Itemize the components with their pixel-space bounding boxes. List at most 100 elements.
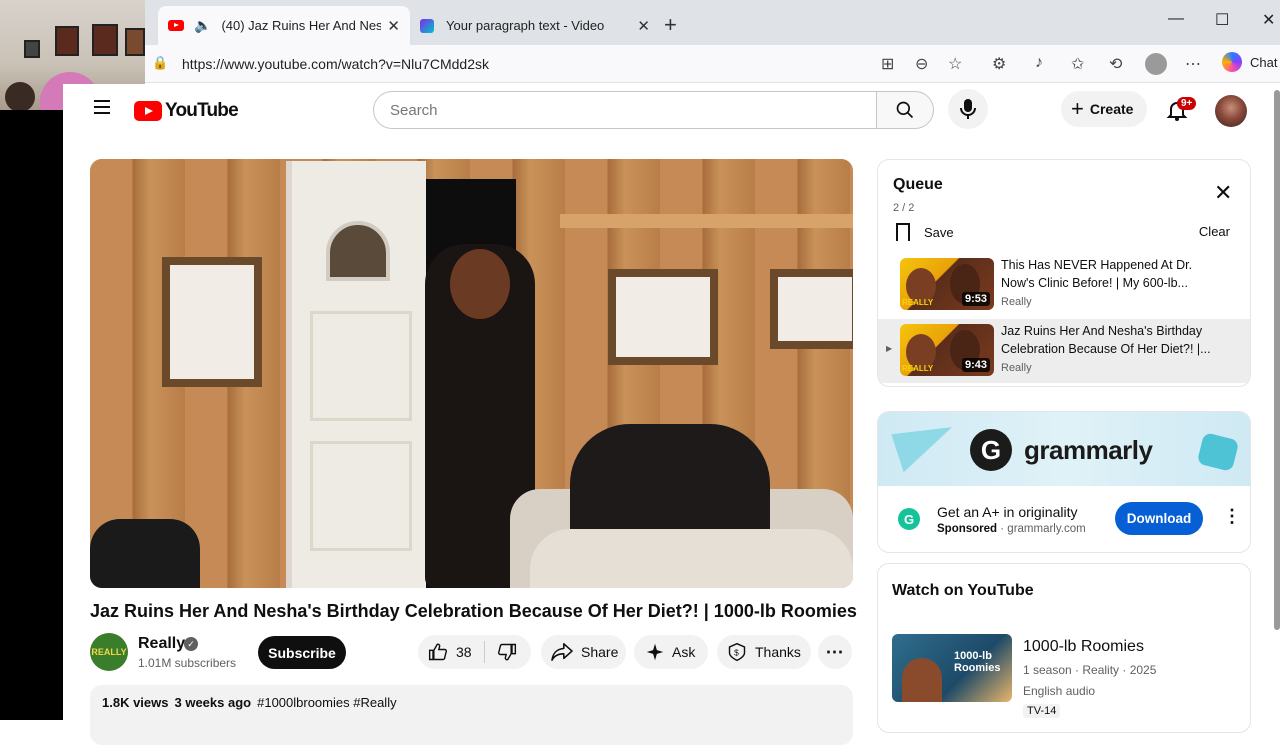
minimize-icon[interactable]: — <box>1168 10 1184 28</box>
save-label: Save <box>924 224 954 240</box>
chat-label: Chat <box>1250 54 1278 70</box>
queue-item-title: This Has NEVER Happened At Dr. Now's Cli… <box>1001 258 1193 290</box>
ad-meta: Sponsored · grammarly.com <box>937 523 1086 535</box>
search-button[interactable] <box>876 91 934 129</box>
show-title[interactable]: 1000-lb Roomies <box>1023 638 1144 656</box>
ad-headline: Get an A+ in originality <box>937 504 1078 520</box>
paper-plane-graphic <box>891 415 961 473</box>
share-arrow-icon <box>551 643 573 661</box>
history-icon[interactable]: ⟲ <box>1109 54 1122 74</box>
queue-panel: Queue 2 / 2 ✕ Save Clear REALLY 9:53 Thi… <box>877 159 1251 387</box>
save-queue-button[interactable]: Save <box>896 223 954 241</box>
tab-video-editor[interactable]: Your paragraph text - Video ✕ <box>410 6 660 45</box>
now-playing-icon: ▶ <box>886 344 893 353</box>
close-tab-icon[interactable]: ✕ <box>387 17 400 35</box>
tab-title: Your paragraph text - Video <box>446 18 605 33</box>
share-button[interactable]: Share <box>541 635 626 669</box>
verified-check-icon: ✓ <box>184 637 198 651</box>
zoom-icon[interactable]: ⊖ <box>915 54 928 74</box>
youtube-logo[interactable]: YouTube <box>134 100 239 122</box>
microphone-icon <box>960 99 976 119</box>
thanks-button[interactable]: $ Thanks <box>717 635 811 669</box>
close-tab-icon[interactable]: ✕ <box>637 17 650 35</box>
sparkle-icon <box>646 643 664 661</box>
close-queue-icon[interactable]: ✕ <box>1214 182 1232 204</box>
ad-banner[interactable]: G grammarly <box>878 412 1250 486</box>
webcam-person <box>5 82 35 110</box>
queue-item-channel: Really <box>1001 362 1032 374</box>
dislike-thumb-icon[interactable] <box>497 642 517 662</box>
ad-domain: grammarly.com <box>1007 523 1086 535</box>
address-bar: 🔒 https://www.youtube.com/watch?v=Nlu7CM… <box>0 45 1280 83</box>
queue-thumbnail: REALLY 9:53 <box>900 258 994 310</box>
read-aloud-icon[interactable]: ♪ <box>1035 54 1043 72</box>
queue-position: 2 / 2 <box>893 202 915 214</box>
favorites-icon[interactable]: ✩ <box>1071 54 1084 74</box>
page-scrollbar[interactable] <box>1274 90 1280 630</box>
search-input[interactable] <box>373 91 876 129</box>
tab-youtube[interactable]: 🔈 (40) Jaz Ruins Her And Nesha ✕ <box>158 6 410 45</box>
more-options-icon[interactable]: ⋯ <box>1185 54 1201 74</box>
browser-tab-bar: 🔈 (40) Jaz Ruins Her And Nesha ✕ Your pa… <box>0 0 1280 45</box>
watch-on-title: Watch on YouTube <box>892 582 1034 599</box>
queue-title: Queue <box>893 176 943 193</box>
hashtags[interactable]: #1000lbroomies #Really <box>257 695 396 710</box>
profile-avatar-icon[interactable] <box>1145 53 1167 75</box>
subscriber-count: 1.01M subscribers <box>138 656 237 670</box>
plus-icon: + <box>1071 96 1084 121</box>
ad-download-button[interactable]: Download <box>1115 502 1203 535</box>
close-window-icon[interactable]: ✕ <box>1262 10 1275 30</box>
extensions-icon[interactable]: ⚙ <box>992 54 1006 74</box>
show-meta: 1 season · Reality · 2025 <box>1023 663 1157 677</box>
like-count[interactable]: 38 <box>456 644 472 660</box>
svg-text:$: $ <box>734 647 739 657</box>
description-box[interactable]: 1.8K views 3 weeks ago #1000lbroomies #Rea… <box>90 685 853 745</box>
duration-badge: 9:53 <box>961 292 990 306</box>
sponsored-ad[interactable]: G grammarly G Get an A+ in originality S… <box>877 411 1251 553</box>
video-player[interactable] <box>90 159 853 588</box>
ask-label: Ask <box>672 644 696 660</box>
new-tab-icon[interactable]: + <box>664 12 677 38</box>
queue-thumbnail: REALLY 9:43 <box>900 324 994 376</box>
create-button[interactable]: + Create <box>1061 91 1148 127</box>
show-thumbnail[interactable]: 1000-lb Roomies <box>892 634 1012 702</box>
show-audio: English audio <box>1023 684 1096 698</box>
clear-queue-button[interactable]: Clear <box>1199 224 1230 239</box>
channel-avatar[interactable]: REALLY <box>90 633 128 671</box>
ad-brand-name: grammarly <box>1024 435 1153 465</box>
maximize-icon[interactable]: ☐ <box>1215 10 1229 30</box>
advertiser-icon: G <box>898 508 920 530</box>
like-thumb-icon[interactable] <box>428 642 448 662</box>
thanks-label: Thanks <box>755 644 801 660</box>
view-count: 1.8K views <box>102 695 169 710</box>
subscribe-button[interactable]: Subscribe <box>258 636 346 669</box>
channel-name[interactable]: Really <box>138 635 185 653</box>
queue-item-channel: Really <box>1001 296 1032 308</box>
favorite-star-icon[interactable]: ☆ <box>948 54 962 74</box>
guide-menu-icon[interactable] <box>94 100 110 114</box>
grammarly-logo-icon: G <box>970 429 1012 471</box>
queue-item-title: Jaz Ruins Her And Nesha's Birthday Celeb… <box>1001 324 1211 356</box>
content-rating-badge: TV-14 <box>1023 704 1061 718</box>
queue-item-now-playing[interactable]: ▶ REALLY 9:43 Jaz Ruins Her And Nesha's … <box>878 319 1250 383</box>
search-bar <box>373 91 934 129</box>
notification-count-badge: 9+ <box>1177 97 1197 110</box>
thumb-show-text: 1000-lb Roomies <box>954 650 1001 674</box>
video-title: Jaz Ruins Her And Nesha's Birthday Celeb… <box>90 601 857 621</box>
ask-button[interactable]: Ask <box>634 635 708 669</box>
speaker-icon[interactable]: 🔈 <box>194 17 211 34</box>
voice-search-button[interactable] <box>948 89 988 129</box>
video-stats: 1.8K views 3 weeks ago #1000lbroomies #Rea… <box>102 695 841 710</box>
url-field[interactable]: https://www.youtube.com/watch?v=Nlu7CMdd… <box>148 48 878 80</box>
queue-item[interactable]: REALLY 9:53 This Has NEVER Happened At D… <box>878 256 1250 320</box>
super-thanks-icon: $ <box>728 642 746 662</box>
app-available-icon[interactable]: ⊞ <box>881 54 894 74</box>
ad-more-options-icon[interactable]: ⋮ <box>1223 506 1241 527</box>
account-avatar[interactable] <box>1215 95 1247 127</box>
more-horizontal-icon: ⋯ <box>825 641 845 662</box>
more-actions-button[interactable]: ⋯ <box>818 635 852 669</box>
left-gutter <box>0 110 63 720</box>
sponsored-label: Sponsored <box>937 523 998 535</box>
create-label: Create <box>1089 101 1134 117</box>
copilot-chat-button[interactable]: Chat <box>1222 52 1277 72</box>
